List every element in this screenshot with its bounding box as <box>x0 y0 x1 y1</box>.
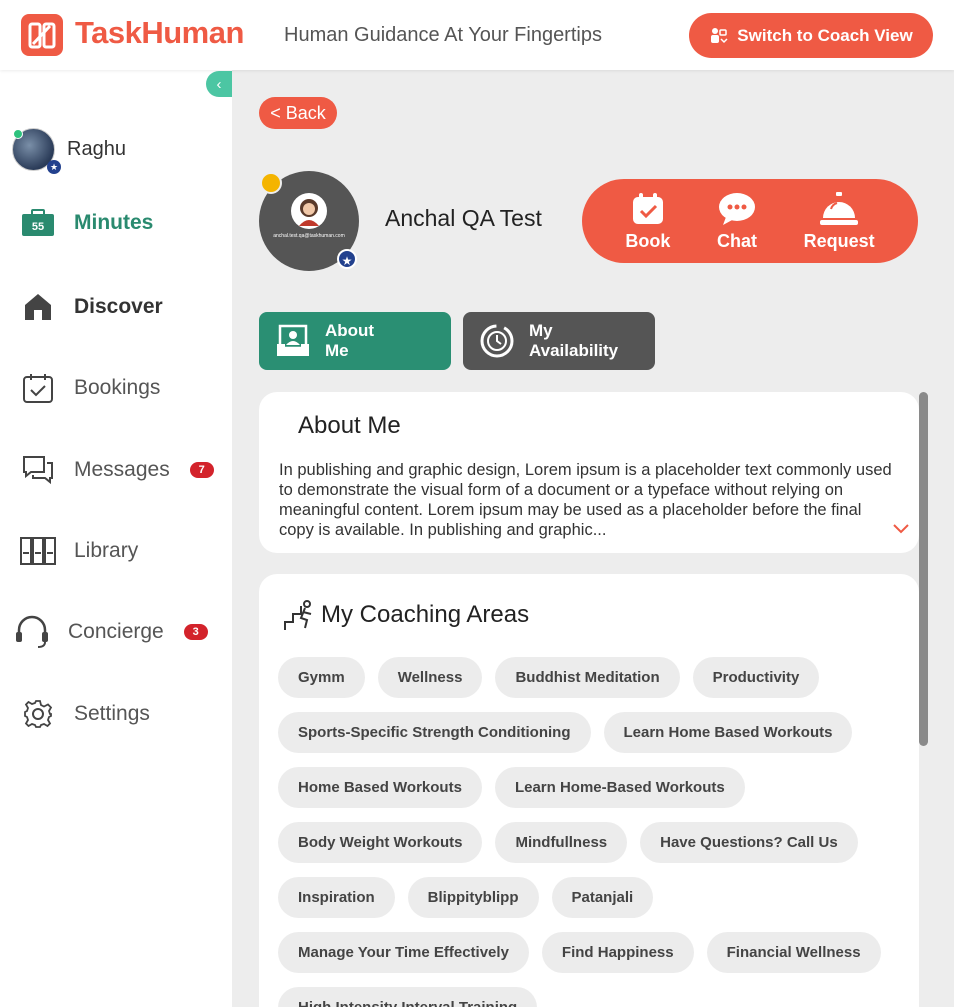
sidebar-item-label: Discover <box>74 295 163 318</box>
coaching-area-chip[interactable]: Mindfullness <box>495 822 628 863</box>
about-me-title: About Me <box>298 412 401 439</box>
profile-photo-icon <box>291 193 327 229</box>
headset-icon <box>14 615 50 648</box>
tab-about-me[interactable]: About Me <box>259 312 451 370</box>
sidebar-item-library[interactable]: Library <box>20 535 138 567</box>
coaching-area-chips: Gymm Wellness Buddhist Meditation Productiv… <box>278 657 908 1007</box>
chevron-down-icon[interactable] <box>893 521 909 539</box>
chat-bubbles-icon <box>20 454 56 486</box>
library-icon <box>20 535 56 567</box>
coaching-areas-header: My Coaching Areas <box>283 598 529 632</box>
status-dot <box>260 172 282 194</box>
logo-icon <box>21 14 63 56</box>
sidebar-item-settings[interactable]: Settings <box>20 698 150 730</box>
coaching-stairs-icon <box>283 598 317 632</box>
calendar-book-icon <box>631 191 665 227</box>
calendar-check-icon <box>20 372 56 404</box>
coaching-area-chip[interactable]: High Intensity Interval Training <box>278 987 538 1007</box>
coaching-area-chip[interactable]: Learn Home Based Workouts <box>603 712 853 753</box>
sidebar-item-label: Bookings <box>74 376 161 399</box>
tab-label-line2: Me <box>325 341 349 360</box>
tab-label-line1: About <box>325 321 375 340</box>
avatar-caption: anchal.test.qa@taskhuman.com <box>273 233 345 239</box>
scrollbar[interactable] <box>919 392 928 746</box>
sidebar-item-label: Minutes <box>74 211 154 234</box>
sidebar-item-discover[interactable]: Discover <box>20 291 163 323</box>
profile-card-icon <box>275 323 311 359</box>
sidebar-item-label: Library <box>74 539 139 562</box>
verified-badge-icon: ★ <box>337 249 357 269</box>
coaching-area-chip[interactable]: Manage Your Time Effectively <box>278 932 529 973</box>
sidebar-item-minutes[interactable]: 55 Minutes <box>20 207 153 239</box>
coaching-areas-card: My Coaching Areas Gymm Wellness Buddhist M… <box>259 574 919 1007</box>
chat-label: Chat <box>716 230 757 251</box>
request-button[interactable]: Request <box>804 191 875 252</box>
switch-user-icon <box>711 27 728 43</box>
sidebar-item-label: Concierge <box>68 620 164 643</box>
chat-button[interactable]: Chat <box>717 191 757 252</box>
user-profile[interactable]: ★ Raghu <box>12 128 126 174</box>
coaching-area-chip[interactable]: Sports-Specific Strength Conditioning <box>278 712 591 753</box>
coaching-areas-title: My Coaching Areas <box>321 601 530 628</box>
sidebar-item-label: Messages <box>74 458 170 481</box>
clock-icon <box>479 323 515 359</box>
book-label: Book <box>625 230 671 251</box>
unread-messages-badge: 7 <box>189 462 214 478</box>
tab-label-line1: My <box>529 321 553 340</box>
tab-label-line2: Availability <box>529 341 619 360</box>
sidebar-item-concierge[interactable]: Concierge 3 <box>14 615 208 648</box>
coach-actions: Book Chat Request <box>582 179 918 263</box>
avatar: ★ <box>12 128 61 174</box>
switch-to-coach-view-label: Switch to Coach View <box>737 25 913 45</box>
top-header: TaskHuman Human Guidance At Your Fingert… <box>0 0 954 70</box>
user-name: Raghu <box>67 138 126 160</box>
coaching-area-chip[interactable]: Blippityblipp <box>407 877 539 918</box>
online-status-dot <box>13 129 23 139</box>
coaching-area-chip[interactable]: Wellness <box>377 657 483 698</box>
chat-bubble-icon <box>718 191 756 227</box>
request-label: Request <box>803 230 875 251</box>
minutes-count: 55 <box>32 221 44 233</box>
coaching-area-chip[interactable]: Patanjali <box>551 877 654 918</box>
about-me-card: About Me In publishing and graphic desig… <box>259 392 919 553</box>
sidebar-item-bookings[interactable]: Bookings <box>20 372 160 404</box>
coaching-area-chip[interactable]: Inspiration <box>278 877 395 918</box>
coaching-area-chip[interactable]: Gymm <box>278 657 365 698</box>
coaching-area-chip[interactable]: Have Questions? Call Us <box>640 822 858 863</box>
coach-avatar: anchal.test.qa@taskhuman.com ★ <box>259 171 359 271</box>
gear-icon <box>20 698 56 730</box>
sidebar-item-messages[interactable]: Messages 7 <box>20 454 214 486</box>
tab-my-availability[interactable]: My Availability <box>463 312 655 370</box>
tagline: Human Guidance At Your Fingertips <box>284 24 602 46</box>
coaching-area-chip[interactable]: Home Based Workouts <box>278 767 482 808</box>
coaching-area-chip[interactable]: Buddhist Meditation <box>495 657 680 698</box>
coach-name: Anchal QA Test <box>385 205 542 231</box>
chevron-left-icon: ‹ <box>216 75 222 93</box>
about-me-text: In publishing and graphic design, Lorem … <box>279 461 892 539</box>
book-button[interactable]: Book <box>625 191 670 252</box>
coaching-area-chip[interactable]: Learn Home-Based Workouts <box>494 767 745 808</box>
service-bell-icon <box>819 191 859 227</box>
collapse-sidebar-button[interactable]: ‹ <box>206 71 232 97</box>
sidebar-item-label: Settings <box>74 702 150 725</box>
verified-badge-icon: ★ <box>47 160 61 174</box>
concierge-badge: 3 <box>183 624 208 640</box>
switch-to-coach-view-button[interactable]: Switch to Coach View <box>689 13 933 58</box>
back-button[interactable]: < Back <box>259 97 337 129</box>
coaching-area-chip[interactable]: Financial Wellness <box>706 932 881 973</box>
minutes-icon: 55 <box>20 207 56 239</box>
coaching-area-chip[interactable]: Find Happiness <box>541 932 694 973</box>
coaching-area-chip[interactable]: Body Weight Workouts <box>278 822 483 863</box>
coaching-area-chip[interactable]: Productivity <box>692 657 820 698</box>
home-icon <box>20 291 56 323</box>
logo-text: TaskHuman <box>75 15 244 50</box>
